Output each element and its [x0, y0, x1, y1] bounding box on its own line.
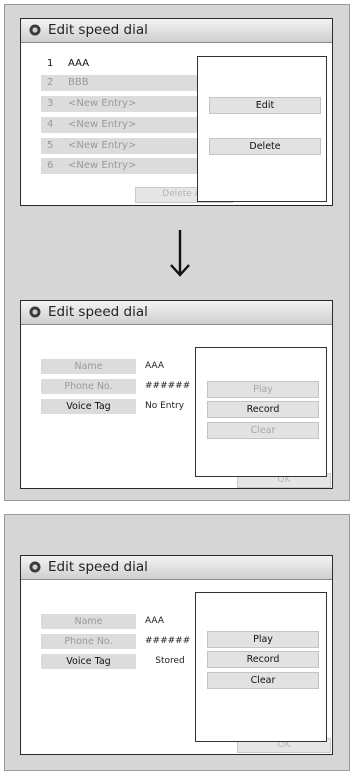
- voice-tag-menu: Play Record Clear: [195, 592, 327, 742]
- phone-label: Phone No.: [41, 379, 136, 394]
- delete-button[interactable]: Delete: [209, 138, 321, 155]
- page-title: Edit speed dial: [48, 559, 148, 575]
- entry-label: AAA: [68, 58, 90, 69]
- page-title: Edit speed dial: [48, 22, 148, 38]
- play-button[interactable]: Play: [207, 631, 319, 648]
- down-arrow-icon: [170, 230, 190, 277]
- options-menu: Edit Delete: [197, 56, 327, 202]
- entry-label: <New Entry>: [68, 160, 137, 171]
- record-button[interactable]: Record: [207, 651, 319, 668]
- voice-tag-label: Voice Tag: [41, 654, 136, 669]
- edit-entry-screen-no-tag: Edit speed dial Name AAA Phone No. #####…: [20, 300, 333, 489]
- entry-label: <New Entry>: [68, 140, 137, 151]
- voice-tag-value[interactable]: Stored: [145, 654, 195, 669]
- entry-label: <New Entry>: [68, 119, 137, 130]
- phone-label: Phone No.: [41, 634, 136, 649]
- entry-number: 5: [47, 140, 54, 151]
- voice-tag-value[interactable]: No Entry: [145, 399, 195, 414]
- phone-value[interactable]: ######: [145, 379, 195, 394]
- name-value[interactable]: AAA: [145, 359, 195, 374]
- page-title: Edit speed dial: [48, 304, 148, 320]
- entry-number: 2: [47, 77, 54, 88]
- title-bar: Edit speed dial: [21, 19, 332, 43]
- list-item[interactable]: 1 AAA: [41, 56, 201, 73]
- list-item[interactable]: 2 BBB: [41, 75, 201, 92]
- title-bar: Edit speed dial: [21, 301, 332, 325]
- entry-number: 3: [47, 98, 54, 109]
- gear-icon: [29, 24, 41, 36]
- edit-entry-screen-stored: Edit speed dial Name AAA Phone No. #####…: [20, 555, 333, 755]
- entry-label: <New Entry>: [68, 98, 137, 109]
- list-item[interactable]: 6 <New Entry>: [41, 158, 201, 175]
- play-button[interactable]: Play: [207, 381, 319, 398]
- list-item[interactable]: 4 <New Entry>: [41, 117, 201, 134]
- entry-number: 1: [47, 58, 54, 69]
- clear-button[interactable]: Clear: [207, 672, 319, 689]
- title-bar: Edit speed dial: [21, 556, 332, 580]
- name-label: Name: [41, 614, 136, 629]
- clear-button[interactable]: Clear: [207, 422, 319, 439]
- voice-tag-menu: Play Record Clear: [195, 347, 327, 477]
- record-button[interactable]: Record: [207, 401, 319, 418]
- voice-tag-label: Voice Tag: [41, 399, 136, 414]
- gear-icon: [29, 306, 41, 318]
- entry-number: 6: [47, 160, 54, 171]
- speed-dial-list-screen: Edit speed dial 1 AAA 2 BBB 3 <New Entry…: [20, 18, 333, 206]
- list-item[interactable]: 5 <New Entry>: [41, 138, 201, 155]
- phone-value[interactable]: ######: [145, 634, 195, 649]
- list-item[interactable]: 3 <New Entry>: [41, 96, 201, 113]
- gear-icon: [29, 561, 41, 573]
- name-label: Name: [41, 359, 136, 374]
- name-value[interactable]: AAA: [145, 614, 195, 629]
- entry-label: BBB: [68, 77, 89, 88]
- entry-number: 4: [47, 119, 54, 130]
- edit-button[interactable]: Edit: [209, 97, 321, 114]
